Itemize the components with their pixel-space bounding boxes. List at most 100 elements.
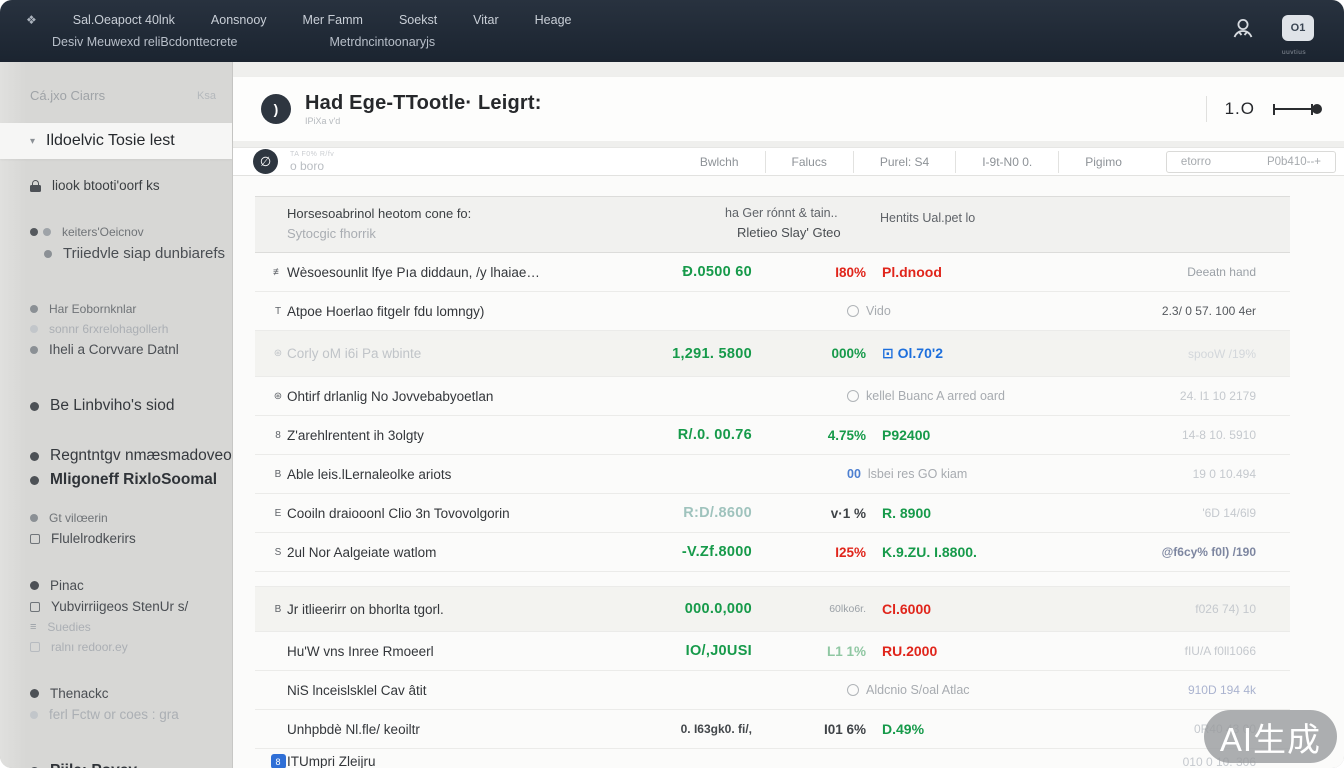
row-name: Jr itlieerirr on bhorlta tgorl. xyxy=(287,602,552,617)
navbar-menus: ❖ Sal.Oeapoct 40lnk Aonsnooy Mer Famm Soeks… xyxy=(0,3,572,59)
page-subtitle: IPiXa v'd xyxy=(305,116,542,126)
row-name: Hu'W vns Inree Rmoeerl xyxy=(287,644,552,659)
row-value-1: 1,291. 5800 xyxy=(552,346,752,362)
sidebar-item[interactable]: sonnr 6rxrelohagollerh xyxy=(0,319,232,339)
toolbar-tab[interactable]: Pigimo xyxy=(1059,155,1148,169)
sidebar-item[interactable]: ralnı redoor.ey xyxy=(0,637,232,657)
nav-menu-item[interactable]: Aonsnooy xyxy=(211,9,267,31)
sidebar-item[interactable]: Yubvirriigeos StenUr s/ xyxy=(0,596,232,617)
table-row[interactable]: S2ul Nor Aalgeiate watlom-V.Zf.8000I25%K… xyxy=(255,533,1290,572)
row-mid-text: lsbei res GO kiam xyxy=(868,467,967,481)
bullet-dark-icon xyxy=(30,581,39,590)
row-value-2: K.9.ZU. I.8800. xyxy=(872,544,1077,560)
table-row[interactable]: ≢Wèsoesounlit lfye Pıa diddaun, /y lhaia… xyxy=(255,253,1290,292)
row-percent: I01 6% xyxy=(752,722,872,737)
row-name: Unhpbdè Nl.fle/ keoiltr xyxy=(287,722,552,737)
table-row[interactable]: Hu'W vns Inree RmoeerlIO/,J0USIL1 1%RU.2… xyxy=(255,632,1290,671)
sidebar-item[interactable]: ferl Fctw or coes : gra xyxy=(0,704,232,725)
content-header: ) Had Ege-TTootle· Leigrt: IPiXa v'd 1.O xyxy=(233,77,1344,141)
data-table: Horsesoabrinol heotom cone fo: Sytocgic … xyxy=(255,196,1290,768)
sidebar-item-label: liook btooti'oorf ks xyxy=(52,178,160,193)
bullet-dark-icon xyxy=(30,402,39,411)
table-row[interactable]: BAble leis.lLernaleolke ariots00lsbei re… xyxy=(255,455,1290,494)
row-name: Wèsoesounlit lfye Pıa diddaun, /y lhaiae… xyxy=(287,265,552,280)
sidebar-item[interactable]: Pinac xyxy=(0,575,232,596)
sidebar-item[interactable]: Piile: Povey xyxy=(0,759,232,768)
sidebar-item[interactable]: Triiedvle siap dunbiarefs xyxy=(0,242,232,265)
user-icon[interactable] xyxy=(1230,15,1256,41)
sidebar-item-label: Triiedvle siap dunbiarefs xyxy=(63,245,225,262)
row-percent: I80% xyxy=(752,265,872,280)
row-value-1: IO/,J0USI xyxy=(552,643,752,659)
table-row[interactable]: ⊛Corly oM i6i Pa wbinte1,291. 5800000%⊡ … xyxy=(255,331,1290,377)
table-row[interactable]: NiS lnceislsklel Cav âtitAldcnio S/oal A… xyxy=(255,671,1290,710)
col2-header[interactable]: ha Ger rónnt & tain.. xyxy=(725,206,838,220)
row-value-right: 24. l1 10 2179 xyxy=(1077,389,1290,403)
nav-menu-item[interactable]: Mer Famm xyxy=(303,9,363,31)
avatar: O1 xyxy=(1282,15,1314,41)
nav-menu-item[interactable]: Desiv Meuwexd reliBcdonttecrete xyxy=(52,31,238,53)
row-name: Z'arehlrentent ih 3olgty xyxy=(287,428,552,443)
square-faint-icon xyxy=(30,642,40,652)
sidebar-item[interactable]: ≡Suedies xyxy=(0,617,232,637)
account-avatar[interactable]: O1 uuvtius xyxy=(1282,15,1314,59)
row-value-1: R:D/.8600 xyxy=(552,505,752,521)
row-icon: ⊛ xyxy=(269,348,287,359)
filter-circle-icon[interactable]: ∅ xyxy=(253,149,278,174)
sidebar-item[interactable]: Flulelrodkerirs xyxy=(0,528,232,549)
sidebar-item[interactable]: Be Linbviho's siod xyxy=(0,394,232,418)
sidebar-item[interactable]: keiters'Oeicnov xyxy=(0,222,232,242)
table-row[interactable]: ECooiln draiooonl Clio 3n TovovolgorinR:… xyxy=(255,494,1290,533)
sidebar-item-label: Iheli a Corvvare Datnl xyxy=(49,342,179,357)
header-divider xyxy=(1206,96,1207,122)
toolbar-tab[interactable]: I-9t-N0 0. xyxy=(956,155,1058,169)
toolbar-left-label: o boro xyxy=(290,160,334,172)
bullet-dark-icon xyxy=(30,452,39,461)
row-value-right: spooW /19% xyxy=(1077,347,1290,361)
sidebar-item[interactable]: Mligoneff RixloSoomal xyxy=(0,468,232,492)
table-row[interactable]: TAtpoe Hoerlao fitgelr fdu lomngy)Vido2.… xyxy=(255,292,1290,331)
sidebar-item-label: Piile: Povey xyxy=(50,762,137,768)
toolbar-tab[interactable]: Purel: S4 xyxy=(854,155,955,169)
col3-header[interactable]: Hentits Ual.pet lo xyxy=(880,211,975,225)
sidebar-item[interactable]: Har Eobornknlar xyxy=(0,299,232,319)
row-name: NiS lnceislsklel Cav âtit xyxy=(287,683,552,698)
avatar-caption: uuvtius xyxy=(1282,49,1306,56)
table-row[interactable]: 8ITUmpri Zleijru010 0 10. 306 xyxy=(255,749,1290,768)
toolbar-box[interactable]: etorro P0b410--+ xyxy=(1166,151,1336,173)
sidebar-item[interactable]: Regntntgv nmæsmadoveo xyxy=(0,444,232,468)
sidebar-header-label: Cá.jxo Ciarrs xyxy=(30,88,105,103)
sidebar-item[interactable]: Gt vilœerin xyxy=(0,508,232,528)
row-icon: E xyxy=(269,508,287,519)
col1-header[interactable]: Horsesoabrinol heotom cone fo: xyxy=(287,206,471,221)
sidebar-header: Cá.jxo Ciarrs Ksa xyxy=(0,62,232,111)
nav-menu-item[interactable]: Sal.Oeapoct 40lnk xyxy=(73,9,175,31)
table-row[interactable]: BJr itlieerirr on bhorlta tgorl.000.0,00… xyxy=(255,586,1290,632)
toolbar-tab[interactable]: Falucs xyxy=(766,155,853,169)
toolbar-left-small: TA F0% R/fv xyxy=(290,151,334,158)
nav-menu-item[interactable]: Metrdncintoonaryjs xyxy=(330,31,436,53)
lock-icon xyxy=(30,180,41,192)
bullet-gray-icon xyxy=(30,514,38,522)
toolbar-box-left: etorro xyxy=(1181,156,1211,168)
table-row[interactable]: 8Z'arehlrentent ih 3olgtyR/.0. 00.764.75… xyxy=(255,416,1290,455)
bullet-faint-icon xyxy=(30,711,38,719)
sidebar-item[interactable]: Thenackc xyxy=(0,683,232,704)
header-controls: 1.O xyxy=(1206,96,1344,122)
sidebar-item[interactable]: ▾Ildoelvic Tosie lest xyxy=(0,123,232,159)
sidebar-item[interactable]: liook btooti'oorf ks xyxy=(0,175,232,196)
row-value-1: 000.0,000 xyxy=(552,601,752,617)
bullet-dark-icon xyxy=(30,476,39,485)
nav-menu-item[interactable]: Soekst xyxy=(399,9,437,31)
nav-menu-item[interactable]: Vitar xyxy=(473,9,498,31)
col2-subheader: Rletieo Slay' Gteo xyxy=(737,225,841,240)
app-menu[interactable]: ❖ xyxy=(26,9,37,31)
sidebar-header-right[interactable]: Ksa xyxy=(197,90,216,102)
sidebar-item-label: Suedies xyxy=(47,620,90,634)
toolbar-tab[interactable]: Bwlchh xyxy=(674,155,765,169)
nav-menu-item[interactable]: Heage xyxy=(535,9,572,31)
zoom-slider[interactable] xyxy=(1273,104,1322,115)
table-row[interactable]: Unhpbdè Nl.fle/ keoiltr0. I63gk0. fi/,I0… xyxy=(255,710,1290,749)
table-row[interactable]: ⊛Ohtirf drlanlig No Jovvebabyoetlankelle… xyxy=(255,377,1290,416)
sidebar-item[interactable]: Iheli a Corvvare Datnl xyxy=(0,339,232,360)
